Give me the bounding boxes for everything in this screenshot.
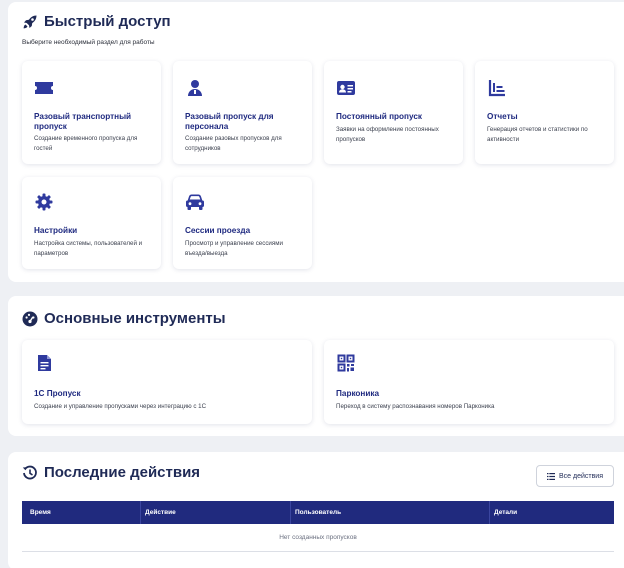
card-description: Заявки на оформление постоянных пропуско… — [336, 126, 439, 143]
main-tools-section: Основные инструменты 1С Пропуск Создание… — [8, 296, 624, 436]
card-one-time-staff-pass[interactable]: Разовый пропуск для персонала Создание р… — [173, 61, 312, 164]
card-driving-sessions[interactable]: Сессии проезда Просмотр и управление сес… — [173, 177, 312, 269]
all-actions-label: Все действия — [558, 472, 604, 480]
rocket-icon — [22, 14, 38, 30]
recent-actions-title: Последние действия — [44, 464, 201, 481]
card-description: Создание временного пропуска для гостей — [34, 135, 138, 152]
id-card-icon — [336, 78, 356, 98]
main-tools-title: Основные инструменты — [44, 310, 226, 327]
column-divider — [489, 501, 490, 524]
column-header-time[interactable]: Время — [30, 509, 51, 516]
history-icon — [22, 465, 38, 481]
document-icon — [34, 353, 54, 373]
gear-icon — [34, 192, 54, 212]
card-title: Разовый транспортный пропуск — [34, 112, 132, 131]
quick-access-section: Быстрый доступ Выберите необходимый разд… — [8, 2, 624, 282]
recent-actions-table-header: Время Действие Пользователь Детали — [22, 501, 614, 524]
car-icon — [185, 192, 205, 212]
recent-actions-heading: Последние действия — [22, 464, 200, 481]
card-reports[interactable]: Отчеты Генерация отчетов и статистики по… — [475, 61, 614, 164]
card-title: Постоянный пропуск — [336, 112, 422, 121]
column-header-user[interactable]: Пользователь — [295, 509, 341, 516]
column-header-action[interactable]: Действие — [145, 509, 176, 516]
card-title: Сессии проезда — [185, 226, 251, 235]
chart-icon — [487, 78, 507, 98]
qr-code-icon — [336, 353, 356, 373]
column-header-details[interactable]: Детали — [494, 509, 517, 516]
main-tools-heading: Основные инструменты — [22, 310, 226, 327]
all-actions-button[interactable]: Все действия — [536, 465, 614, 487]
recent-actions-section: Последние действия Все действия Время Де… — [8, 452, 624, 568]
card-settings[interactable]: Настройки Настройка системы, пользовател… — [22, 177, 161, 269]
user-badge-icon — [185, 78, 205, 98]
card-title: 1С Пропуск — [34, 389, 81, 398]
card-description: Создание разовых пропусков для сотрудник… — [185, 135, 282, 152]
quick-access-subtitle: Выберите необходимый раздел для работы — [22, 39, 155, 46]
card-permanent-pass[interactable]: Постоянный пропуск Заявки на оформление … — [324, 61, 463, 164]
card-title: Разовый пропуск для персонала — [185, 112, 274, 131]
column-divider — [290, 501, 291, 524]
card-title: Отчеты — [487, 112, 518, 121]
card-one-time-vehicle-pass[interactable]: Разовый транспортный пропуск Создание вр… — [22, 61, 161, 164]
card-title: Настройки — [34, 226, 78, 235]
card-description: Настройка системы, пользователей и парам… — [34, 240, 143, 257]
quick-access-heading: Быстрый доступ — [22, 13, 171, 30]
card-description: Просмотр и управление сессиями въезда/вы… — [185, 240, 283, 257]
table-empty-state: Нет созданных пропусков — [22, 524, 614, 552]
card-description: Генерация отчетов и статистики по активн… — [487, 126, 588, 143]
column-divider — [140, 501, 141, 524]
ticket-icon — [34, 78, 54, 98]
card-title: Парконика — [336, 389, 380, 398]
quick-access-title: Быстрый доступ — [44, 13, 171, 30]
card-description: Создание и управление пропусками через и… — [34, 403, 207, 410]
dashboard-gauge-icon — [22, 311, 38, 327]
list-icon — [546, 472, 555, 480]
card-parkonika[interactable]: Парконика Переход в систему распознавани… — [324, 340, 614, 424]
card-1c-pass[interactable]: 1С Пропуск Создание и управление пропуск… — [22, 340, 312, 424]
card-description: Переход в систему распознавания номеров … — [336, 403, 495, 410]
